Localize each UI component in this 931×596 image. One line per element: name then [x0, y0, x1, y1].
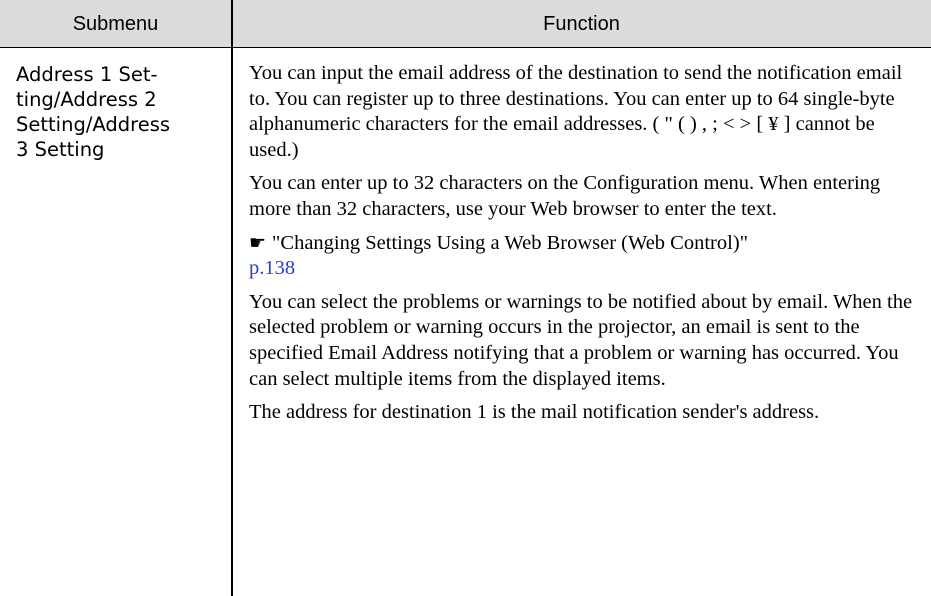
- pointing-hand-icon: ☛: [249, 232, 267, 254]
- function-paragraph-2: You can enter up to 32 characters on the…: [249, 172, 881, 220]
- submenu-cell: Address 1 Set- ting/Address 2 Setting/Ad…: [16, 63, 171, 161]
- cross-reference: ☛ "Changing Settings Using a Web Browser …: [249, 231, 921, 282]
- function-paragraph-1: You can input the email address of the d…: [249, 62, 903, 161]
- function-paragraph-3: You can select the problems or warnings …: [249, 290, 913, 390]
- cross-reference-text: "Changing Settings Using a Web Browser (…: [272, 231, 749, 254]
- header-submenu: Submenu: [72, 12, 159, 35]
- header-function: Function: [543, 12, 620, 35]
- function-cell: You can input the email address of the d…: [249, 61, 921, 426]
- column-divider: [231, 0, 233, 596]
- table-header-row: Submenu Function: [0, 0, 931, 48]
- page-link[interactable]: p.138: [249, 257, 295, 279]
- function-paragraph-4: The address for destination 1 is the mai…: [249, 401, 820, 424]
